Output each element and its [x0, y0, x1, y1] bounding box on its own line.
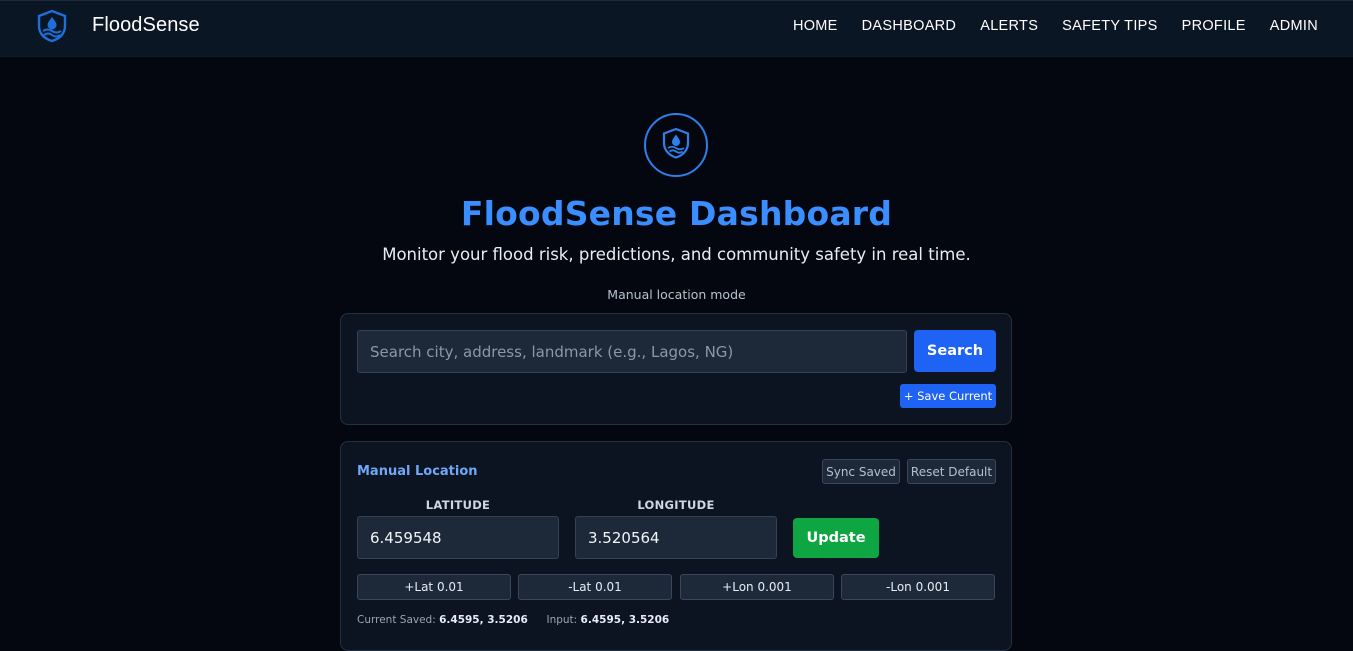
nav-admin[interactable]: ADMIN	[1270, 18, 1318, 34]
input-label: Input:	[546, 614, 578, 626]
nav-profile[interactable]: PROFILE	[1182, 18, 1246, 34]
longitude-label: LONGITUDE	[637, 498, 715, 512]
shield-water-icon[interactable]	[36, 9, 68, 43]
water-drop-shield-icon	[644, 113, 708, 177]
manual-location-card: Manual Location Sync Saved Reset Default…	[340, 441, 1012, 651]
location-mode-text: Manual location mode	[607, 287, 746, 302]
reset-default-button[interactable]: Reset Default	[907, 459, 996, 484]
sync-saved-button[interactable]: Sync Saved	[822, 459, 900, 484]
current-saved-value: 6.4595, 3.5206	[439, 614, 528, 626]
search-input[interactable]	[357, 330, 907, 373]
location-status: Current Saved: 6.4595, 3.5206 Input: 6.4…	[357, 614, 669, 626]
top-navbar: FloodSense HOME DASHBOARD ALERTS SAFETY …	[0, 0, 1353, 57]
current-saved-label: Current Saved:	[357, 614, 436, 626]
search-card: Search + Save Current	[340, 313, 1012, 425]
manual-location-heading: Manual Location	[357, 464, 478, 479]
nav-safety-tips[interactable]: SAFETY TIPS	[1062, 18, 1157, 34]
lon-plus-button[interactable]: +Lon 0.001	[680, 574, 834, 600]
page-subtitle: Monitor your flood risk, predictions, an…	[382, 245, 971, 264]
lat-plus-button[interactable]: +Lat 0.01	[357, 574, 511, 600]
nav-links: HOME DASHBOARD ALERTS SAFETY TIPS PROFIL…	[769, 18, 1318, 34]
longitude-input[interactable]	[575, 516, 777, 559]
latitude-input[interactable]	[357, 516, 559, 559]
nav-dashboard[interactable]: DASHBOARD	[862, 18, 957, 34]
update-button[interactable]: Update	[793, 518, 879, 558]
search-button[interactable]: Search	[914, 330, 996, 372]
save-current-button[interactable]: + Save Current	[900, 384, 996, 408]
nav-alerts[interactable]: ALERTS	[980, 18, 1038, 34]
input-value: 6.4595, 3.5206	[580, 614, 670, 626]
latitude-label: LATITUDE	[425, 498, 491, 512]
brand-name[interactable]: FloodSense	[92, 14, 200, 37]
lon-minus-button[interactable]: -Lon 0.001	[841, 574, 995, 600]
lat-minus-button[interactable]: -Lat 0.01	[518, 574, 672, 600]
nav-home[interactable]: HOME	[793, 18, 838, 34]
page-title: FloodSense Dashboard	[460, 194, 893, 233]
